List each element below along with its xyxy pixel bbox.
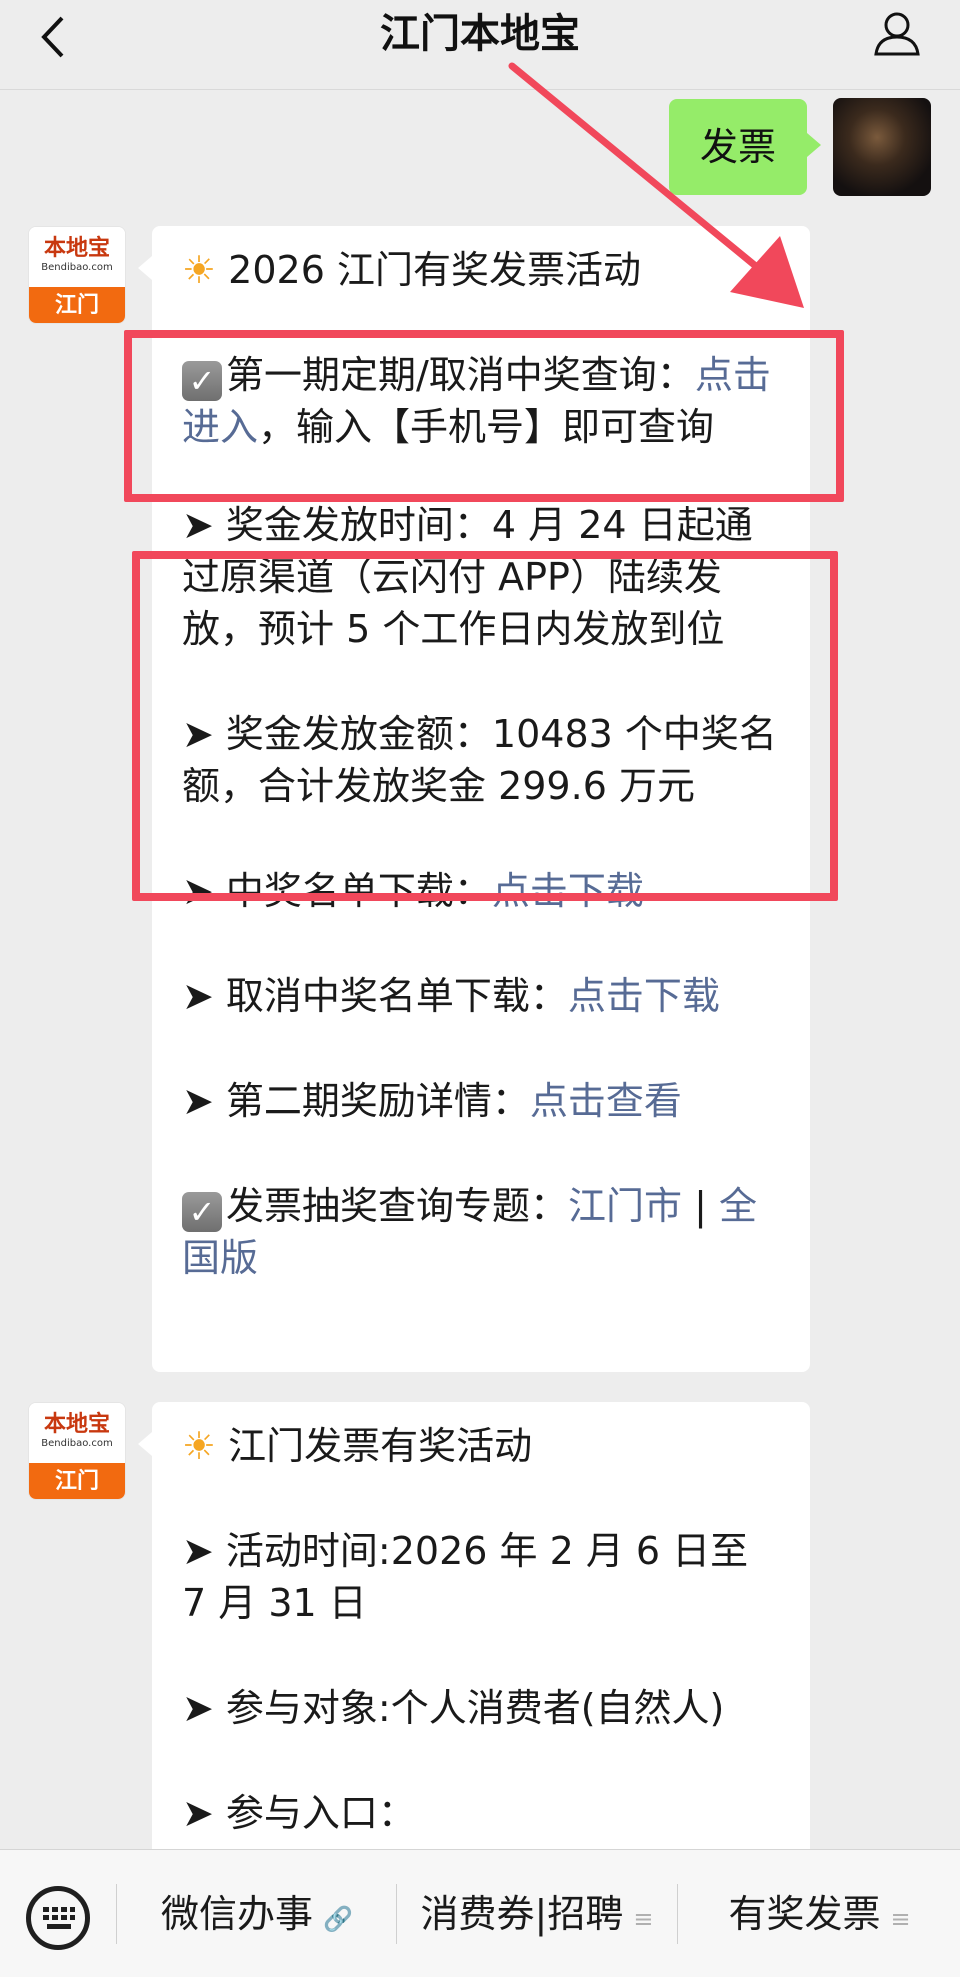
menu-item-prize-invoice[interactable]: 有奖发票 ≡ [679,1850,960,1977]
bot-avatar[interactable]: 本地宝 Bendibao.com 江门 [28,1402,126,1500]
bottom-menu: 微信办事 🔗 消费券|招聘 ≡ 有奖发票 ≡ [0,1849,960,1977]
menu-lines-icon: ≡ [633,1905,654,1933]
avatar-brand: 本地宝 [43,1412,110,1437]
activity-target: ➤ 参与对象:个人消费者(自然人) [182,1686,725,1730]
sun-icon: ☀ [182,248,217,292]
activity-entry: ➤ 参与入口： [182,1791,416,1835]
phase2-item: ➤ 第二期奖励详情：点击查看 [182,1079,682,1123]
checkbox-icon: ✓ [182,1192,222,1232]
message-card-2: ☀ 江门发票有奖活动 ➤ 活动时间:2026 年 2 月 6 日至 7 月 31… [138,1402,810,1862]
cancel-list-download-link[interactable]: 点击下载 [568,974,720,1018]
sun-icon: ☀ [182,1424,217,1468]
avatar-city: 江门 [29,1463,125,1499]
avatar-site: Bendibao.com [41,262,113,273]
avatar-site: Bendibao.com [41,1438,113,1449]
card-heading: ☀ 江门发票有奖活动 [182,1424,533,1468]
my-avatar[interactable] [833,98,931,196]
topic-item: ✓ 发票抽奖查询专题：江门市 | 全国版 [182,1184,758,1280]
menu-lines-icon: ≡ [890,1905,911,1933]
link-icon: 🔗 [323,1905,353,1933]
annotation-box-payout [132,551,838,901]
bot-avatar[interactable]: 本地宝 Bendibao.com 江门 [28,226,126,324]
avatar-brand: 本地宝 [43,236,110,261]
phase2-view-link[interactable]: 点击查看 [530,1079,682,1123]
page-title: 江门本地宝 [380,11,580,57]
menu-item-wechat-services[interactable]: 微信办事 🔗 [118,1850,396,1977]
menu-item-coupons-jobs[interactable]: 消费券|招聘 ≡ [398,1850,676,1977]
activity-time: ➤ 活动时间:2026 年 2 月 6 日至 7 月 31 日 [182,1529,749,1625]
keyboard-icon[interactable] [26,1886,90,1950]
avatar-city: 江门 [29,287,125,323]
annotation-box-query [124,330,844,502]
cancel-list-item: ➤ 取消中奖名单下载：点击下载 [182,974,720,1018]
user-icon[interactable] [872,8,922,58]
annotation-arrow-icon [508,62,804,308]
topic-city-link[interactable]: 江门市 [568,1184,682,1228]
